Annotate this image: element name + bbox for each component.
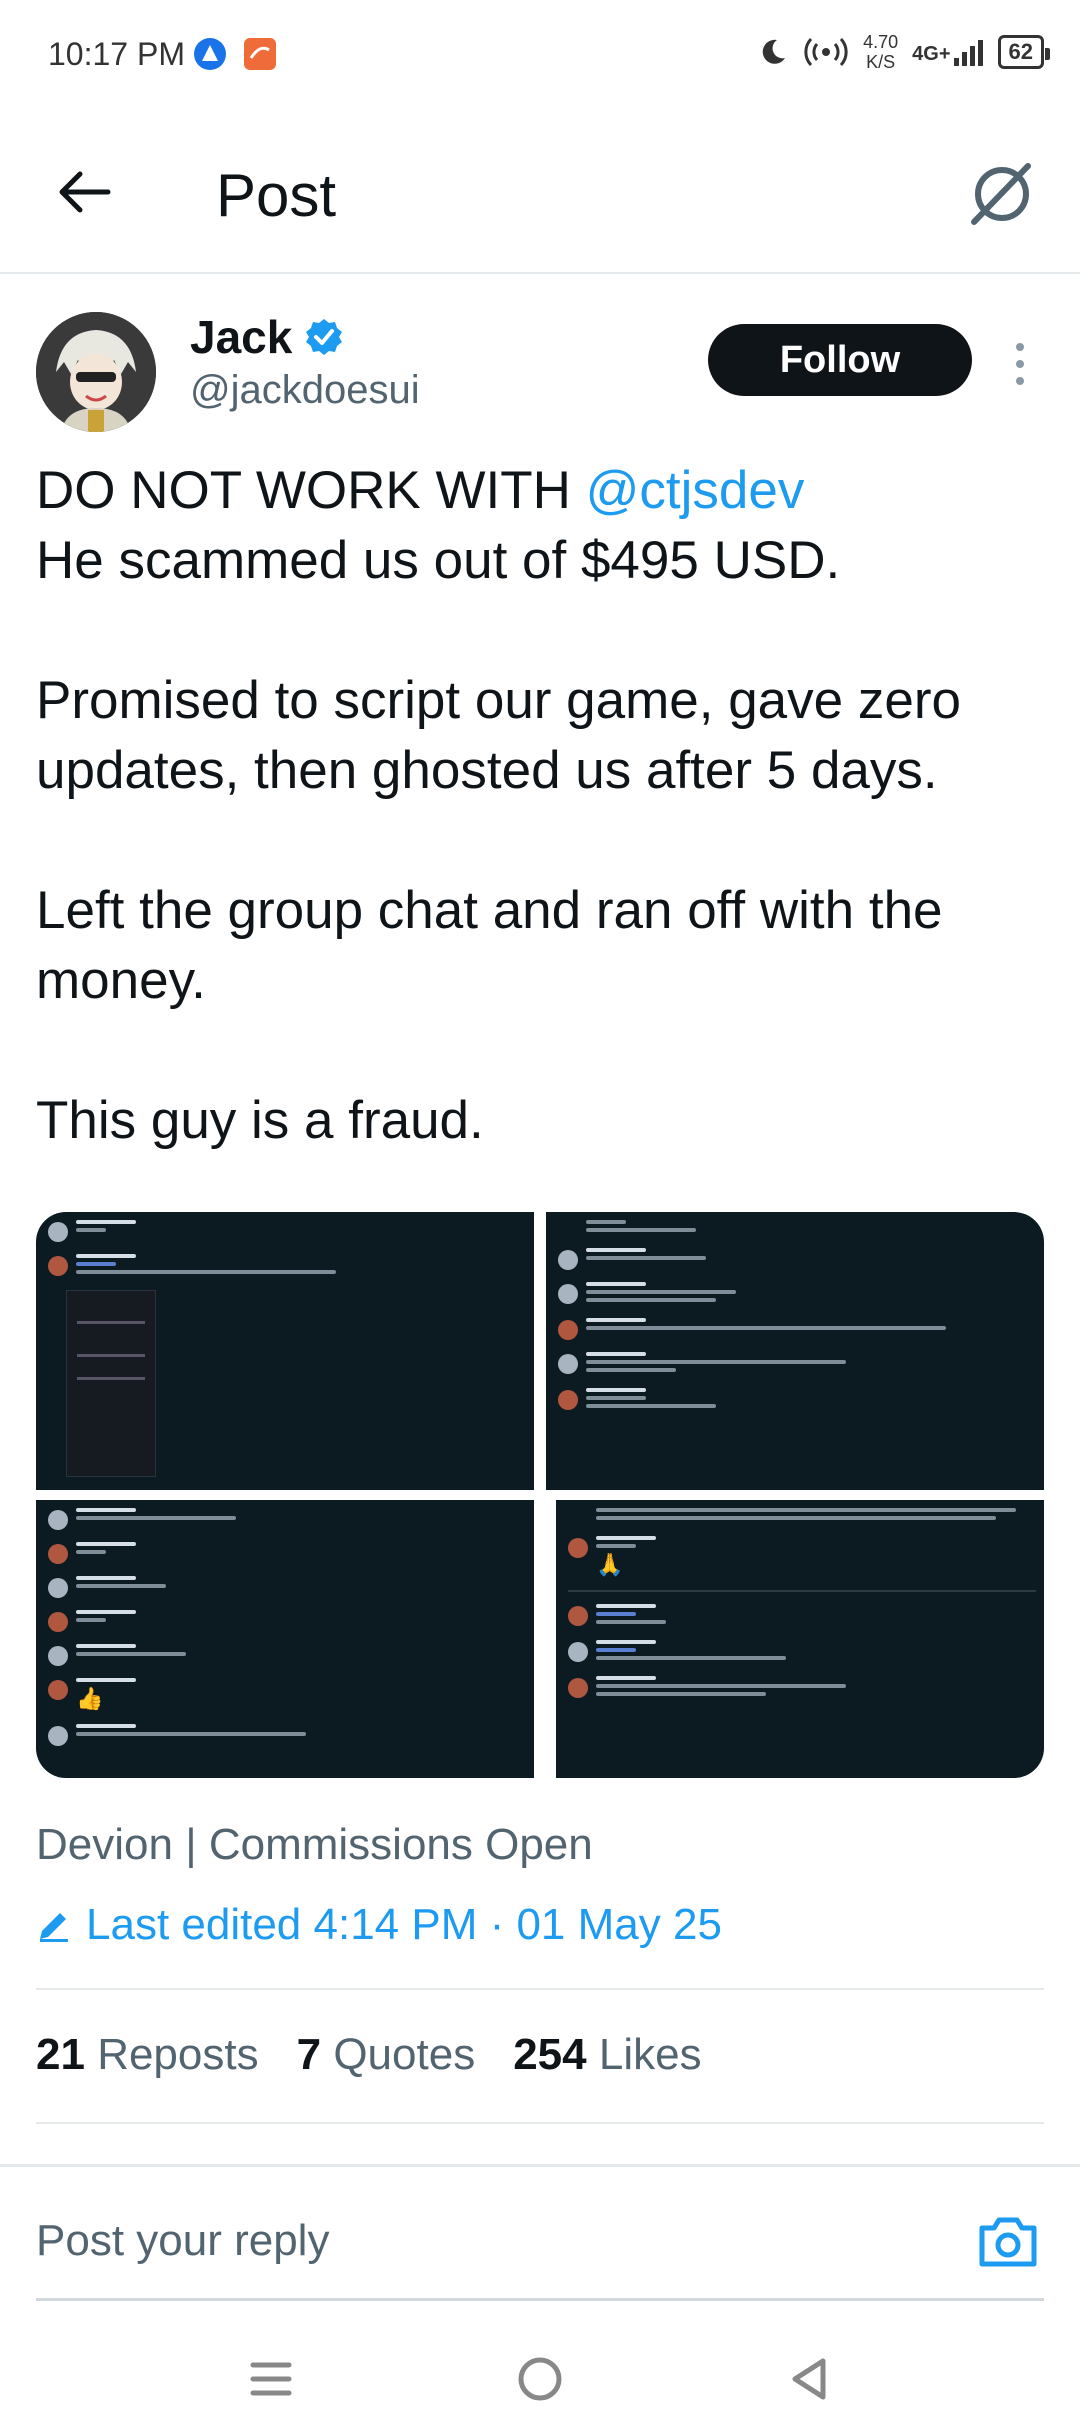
pencil-icon — [40, 1913, 68, 1942]
nav-back-button[interactable] — [774, 2344, 844, 2414]
arrow-left-icon — [59, 171, 111, 213]
meta-divider — [36, 1988, 1044, 1990]
media-image-4[interactable]: 🙏 — [556, 1500, 1044, 1778]
circle-home-icon — [518, 2357, 562, 2401]
app-notification-icon-2 — [244, 38, 276, 70]
engagement-stats: 21 Reposts 7 Quotes 254 Likes — [36, 2030, 702, 2080]
post-source[interactable]: Devion | Commissions Open — [36, 1820, 593, 1870]
grok-icon — [971, 163, 1031, 225]
more-options-button[interactable] — [1000, 336, 1040, 392]
verified-badge-icon — [306, 319, 343, 355]
moon-icon — [762, 39, 786, 64]
quotes-stat[interactable]: 7 Quotes — [297, 2030, 476, 2080]
post-text: DO NOT WORK WITH @ctjsdev He scammed us … — [36, 456, 1046, 1156]
author-handle[interactable]: @jackdoesui — [190, 368, 420, 413]
edit-history-link[interactable]: Last edited 4:14 PM · 01 May 25 — [36, 1900, 722, 1950]
nav-home-button[interactable] — [505, 2344, 575, 2414]
more-dot-icon — [1016, 343, 1024, 351]
post-line-1: DO NOT WORK WITH @ctjsdev — [36, 461, 805, 520]
signal-icon — [953, 40, 983, 66]
app-notification-icon — [194, 38, 226, 70]
post-line-2: He scammed us out of $495 USD. — [36, 531, 841, 590]
signal-indicator: 4G+ — [912, 38, 983, 66]
header-divider — [0, 272, 1080, 274]
edited-text: Last edited 4:14 PM · 01 May 25 — [86, 1900, 722, 1949]
camera-icon — [979, 2217, 1037, 2267]
status-time: 10:17 PM — [48, 36, 185, 72]
media-image-3[interactable]: 👍 — [36, 1500, 534, 1778]
reply-bar-divider — [0, 2164, 1080, 2167]
media-image-1[interactable] — [36, 1212, 534, 1490]
author-name-text: Jack — [190, 311, 293, 363]
page-title: Post — [216, 162, 337, 229]
post-paragraph-3: Left the group chat and ran off with the… — [36, 881, 943, 1010]
media-grid: 👍 🙏 — [36, 1212, 1044, 1778]
hotspot-icon — [804, 37, 848, 67]
post-paragraph-4: This guy is a fraud. — [36, 1091, 484, 1150]
mention-link[interactable]: @ctjsdev — [586, 461, 805, 520]
author-name[interactable]: Jack — [190, 310, 344, 364]
stats-divider — [36, 2122, 1044, 2124]
reposts-stat[interactable]: 21 Reposts — [36, 2030, 259, 2080]
likes-stat[interactable]: 254 Likes — [513, 2030, 701, 2080]
menu-icon — [250, 2362, 292, 2396]
reply-underline — [36, 2298, 1044, 2301]
author-avatar[interactable] — [36, 312, 156, 432]
battery-indicator: 62 — [997, 35, 1051, 69]
follow-button[interactable]: Follow — [708, 324, 972, 396]
back-button[interactable] — [52, 160, 116, 224]
reply-input[interactable]: Post your reply — [36, 2216, 329, 2266]
net-speed: 4.70 K/S — [863, 32, 899, 72]
triangle-back-icon — [792, 2358, 826, 2400]
camera-button[interactable] — [976, 2210, 1040, 2274]
grok-button[interactable] — [964, 156, 1040, 232]
nav-menu-button[interactable] — [236, 2344, 306, 2414]
media-image-2[interactable] — [546, 1212, 1044, 1490]
post-paragraph-2: Promised to script our game, gave zero u… — [36, 671, 961, 800]
status-right: 4.70 K/S 4G+ 62 — [757, 32, 1051, 72]
